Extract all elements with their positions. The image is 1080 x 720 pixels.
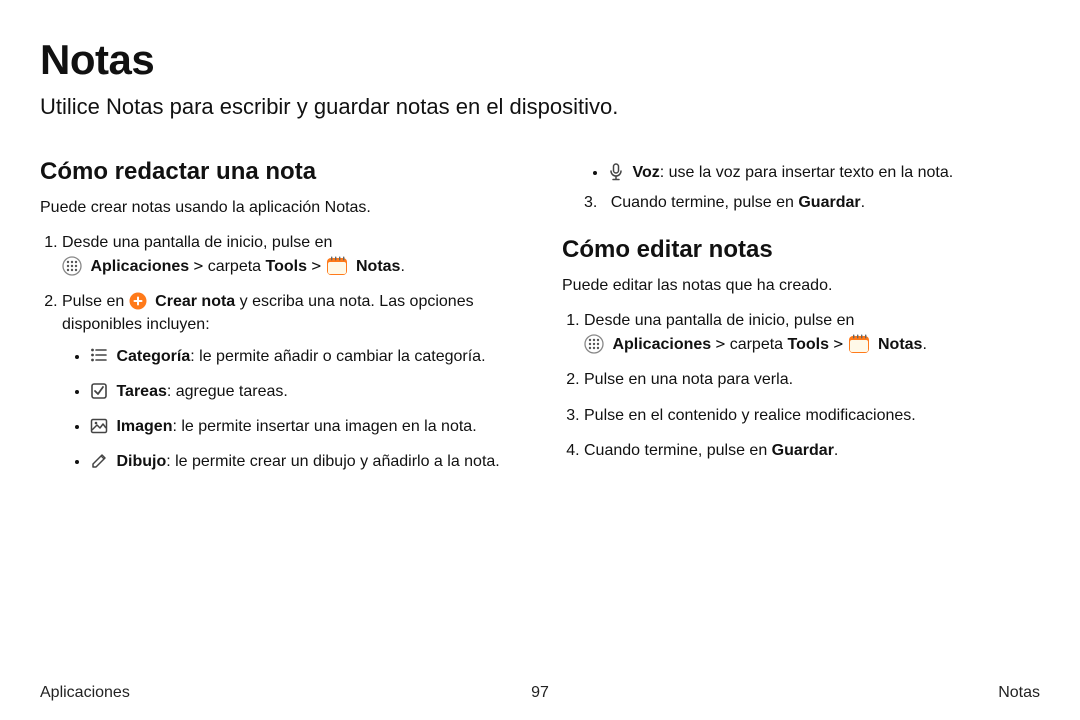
step1-text-a: Desde una pantalla de inicio, pulse en <box>62 234 332 251</box>
right-column: Voz: use la voz para insertar texto en l… <box>562 158 1040 485</box>
chevron-icon: > <box>716 334 726 353</box>
option-category-label: Categoría <box>116 348 190 365</box>
apps-grid-icon <box>584 334 604 354</box>
microphone-icon <box>608 163 624 181</box>
edit-step-4: Cuando termine, pulse en Guardar. <box>584 439 1040 462</box>
footer-page-number: 97 <box>531 684 549 702</box>
step2-create-label: Crear nota <box>155 293 235 310</box>
edit-intro: Puede editar las notas que ha creado. <box>562 276 1040 297</box>
image-icon <box>90 417 108 435</box>
edit-step1-tools-label: Tools <box>788 336 829 353</box>
option-voice: Voz: use la voz para insertar texto en l… <box>608 164 1040 182</box>
option-drawing-label: Dibujo <box>116 453 166 470</box>
left-column: Cómo redactar una nota Puede crear notas… <box>40 158 518 485</box>
option-image-text: : le permite insertar una imagen en la n… <box>172 418 476 435</box>
tasks-checkbox-icon <box>90 382 108 400</box>
notes-app-icon <box>848 334 870 354</box>
notes-app-icon <box>326 256 348 276</box>
option-image: Imagen: le permite insertar una imagen e… <box>90 415 518 438</box>
edit-step1-notes-label: Notas <box>878 336 922 353</box>
option-category-text: : le permite añadir o cambiar la categor… <box>190 348 485 365</box>
footer-right: Notas <box>998 684 1040 702</box>
footer-left: Aplicaciones <box>40 684 130 702</box>
page-footer: Aplicaciones 97 Notas <box>40 684 1040 702</box>
chevron-icon: > <box>194 256 204 275</box>
edit-step1-text-a: Desde una pantalla de inicio, pulse en <box>584 312 854 329</box>
category-list-icon <box>90 346 108 364</box>
step3-save-label: Guardar <box>798 194 860 211</box>
option-image-label: Imagen <box>116 418 172 435</box>
step1-text-b: carpeta <box>208 258 266 275</box>
page-title: Notas <box>40 36 1040 84</box>
edit-step4-text-a: Cuando termine, pulse en <box>584 442 772 459</box>
option-category: Categoría: le permite añadir o cambiar l… <box>90 345 518 368</box>
compose-heading: Cómo redactar una nota <box>40 158 518 186</box>
edit-steps: Desde una pantalla de inicio, pulse en A… <box>562 309 1040 462</box>
option-tasks-label: Tareas <box>116 383 166 400</box>
edit-step1-apps-label: Aplicaciones <box>612 336 711 353</box>
apps-grid-icon <box>62 256 82 276</box>
edit-step-1: Desde una pantalla de inicio, pulse en A… <box>584 309 1040 356</box>
edit-heading: Cómo editar notas <box>562 236 1040 264</box>
two-column-layout: Cómo redactar una nota Puede crear notas… <box>40 158 1040 485</box>
page-subtitle: Utilice Notas para escribir y guardar no… <box>40 94 1040 120</box>
step1-tools-label: Tools <box>266 258 307 275</box>
compose-step-3: 3. Cuando termine, pulse en Guardar. <box>562 194 1040 212</box>
option-tasks-text: : agregue tareas. <box>167 383 288 400</box>
step1-apps-label: Aplicaciones <box>90 258 189 275</box>
chevron-icon: > <box>833 334 843 353</box>
step3-text-a: Cuando termine, pulse en <box>611 194 799 211</box>
compose-steps: Desde una pantalla de inicio, pulse en A… <box>40 231 518 474</box>
compose-step-1: Desde una pantalla de inicio, pulse en A… <box>62 231 518 278</box>
chevron-icon: > <box>311 256 321 275</box>
edit-step-3: Pulse en el contenido y realice modifica… <box>584 404 1040 427</box>
step1-notes-label: Notas <box>356 258 400 275</box>
option-tasks: Tareas: agregue tareas. <box>90 380 518 403</box>
option-voice-text: : use la voz para insertar texto en la n… <box>660 164 954 181</box>
option-drawing-text: : le permite crear un dibujo y añadirlo … <box>166 453 500 470</box>
step2-text-a: Pulse en <box>62 293 129 310</box>
edit-step4-save-label: Guardar <box>772 442 834 459</box>
option-voice-label: Voz <box>632 164 659 181</box>
option-drawing: Dibujo: le permite crear un dibujo y aña… <box>90 450 518 473</box>
edit-step-2: Pulse en una nota para verla. <box>584 368 1040 391</box>
compose-step-2: Pulse en Crear nota y escriba una nota. … <box>62 290 518 473</box>
voice-option-list: Voz: use la voz para insertar texto en l… <box>562 164 1040 182</box>
pencil-icon <box>90 452 108 470</box>
plus-circle-icon <box>129 292 147 310</box>
step3-number: 3. <box>584 194 597 211</box>
compose-options: Categoría: le permite añadir o cambiar l… <box>62 345 518 474</box>
edit-step1-text-b: carpeta <box>730 336 788 353</box>
compose-intro: Puede crear notas usando la aplicación N… <box>40 198 518 219</box>
